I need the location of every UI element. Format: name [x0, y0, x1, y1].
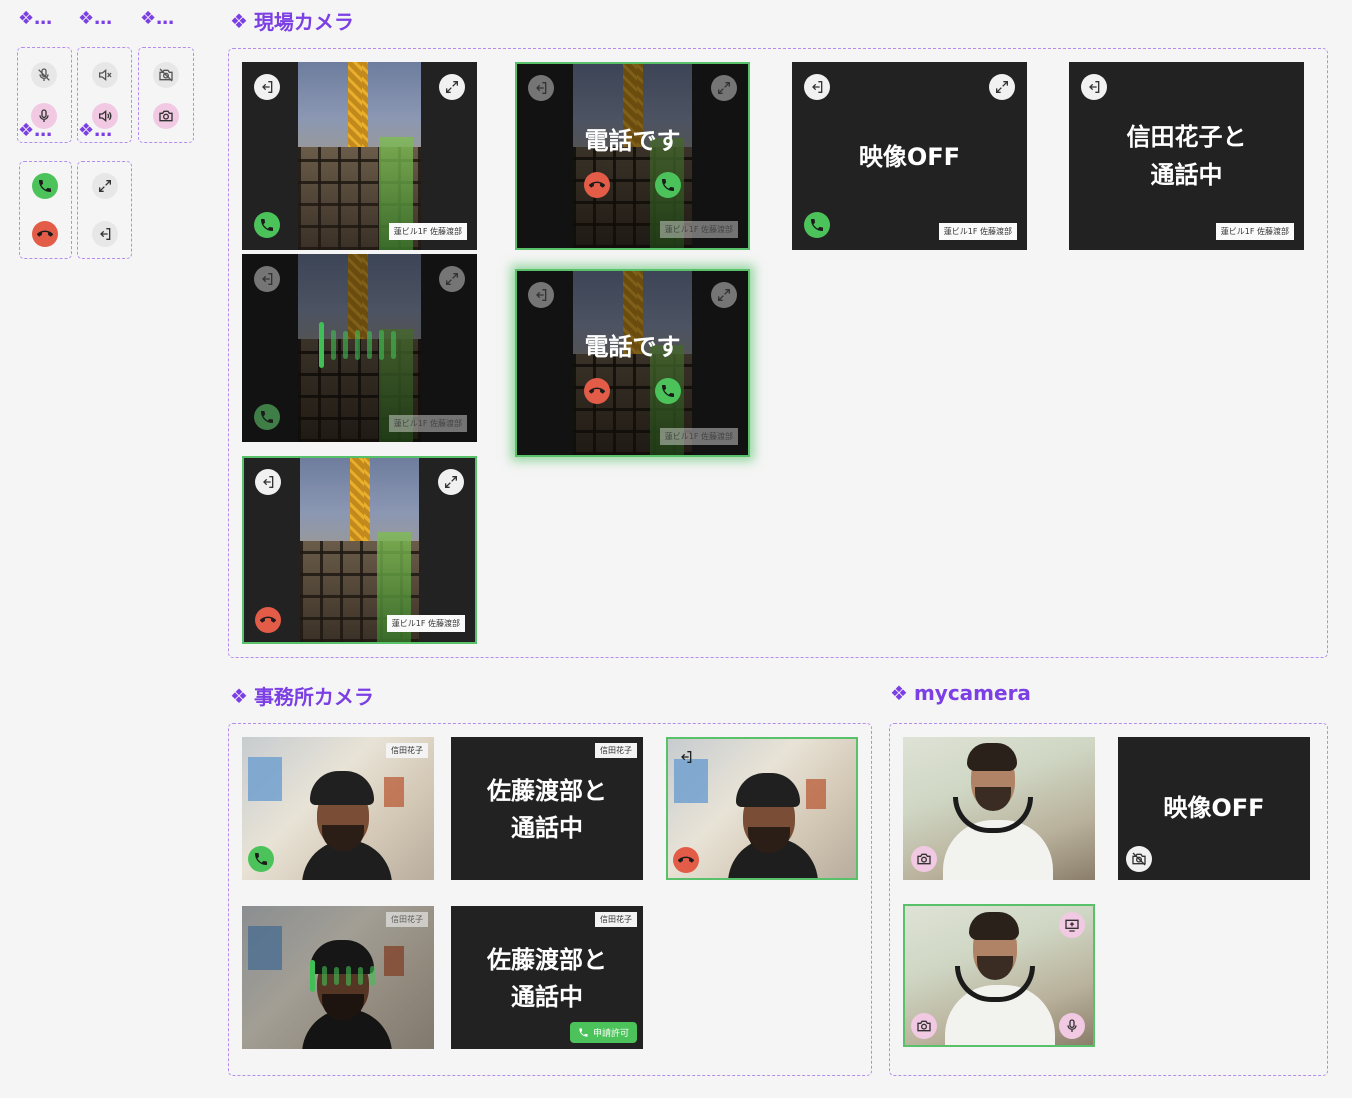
in-call-text-line2: 通話中 — [511, 814, 583, 842]
camera-off-icon[interactable] — [1126, 846, 1152, 872]
expand-icon[interactable] — [438, 469, 464, 495]
location-label: 蓮ビル1F 佐藤渡部 — [938, 223, 1017, 240]
audio-level-meter — [319, 322, 396, 368]
in-call-text-line2: 通話中 — [1150, 161, 1223, 189]
office-camera-card-speaking[interactable]: 信田花子 — [242, 906, 434, 1049]
in-call-text-line2: 通話中 — [511, 983, 583, 1011]
exit-icon[interactable] — [673, 744, 699, 770]
mycamera-card-video-off[interactable]: 映像OFF — [1118, 737, 1310, 880]
camera-icon[interactable] — [911, 846, 937, 872]
expand-icon[interactable] — [989, 74, 1015, 100]
hangup-icon[interactable] — [584, 378, 610, 404]
in-call-text-line1: 佐藤渡部と — [487, 777, 607, 805]
name-tag: 信田花子 — [595, 743, 637, 758]
expand-icon[interactable] — [92, 173, 118, 199]
expand-icon[interactable] — [439, 266, 465, 292]
exit-icon[interactable] — [92, 221, 118, 247]
in-call-text-line1: 信田花子と — [1126, 123, 1247, 151]
camera-icon[interactable] — [153, 103, 179, 129]
screen-share-icon[interactable] — [1059, 912, 1085, 938]
expand-icon[interactable] — [439, 74, 465, 100]
phone-icon[interactable] — [804, 212, 830, 238]
mycamera-card-sharing[interactable] — [903, 904, 1095, 1047]
component-title: ❖… — [78, 8, 113, 29]
mycamera-card[interactable] — [903, 737, 1095, 880]
location-label: 蓮ビル1F 佐藤渡部 — [388, 223, 467, 240]
genba-camera-card-video-off[interactable]: 映像OFF 蓮ビル1F 佐藤渡部 — [792, 62, 1027, 250]
phone-icon[interactable] — [655, 378, 681, 404]
name-tag: 信田花子 — [595, 912, 637, 927]
name-tag: 信田花子 — [386, 912, 428, 927]
phone-icon[interactable] — [254, 212, 280, 238]
phone-icon[interactable] — [655, 172, 681, 198]
office-camera-card[interactable]: 信田花子 — [242, 737, 434, 880]
genba-camera-card-speaking[interactable]: 蓮ビル1F 佐藤渡部 — [242, 254, 477, 442]
expand-icon[interactable] — [711, 75, 737, 101]
genba-camera-card-in-call[interactable]: 蓮ビル1F 佐藤渡部 — [242, 456, 477, 644]
hangup-icon[interactable] — [255, 607, 281, 633]
hangup-icon[interactable] — [673, 847, 699, 873]
name-tag: 信田花子 — [386, 743, 428, 758]
genba-camera-card[interactable]: 蓮ビル1F 佐藤渡部 — [242, 62, 477, 250]
video-off-text: 映像OFF — [1163, 794, 1265, 822]
exit-icon[interactable] — [528, 282, 554, 308]
phone-icon — [578, 1027, 589, 1038]
approve-request-button[interactable]: 申請許可 — [569, 1022, 637, 1043]
exit-icon[interactable] — [528, 75, 554, 101]
component-title: ❖… — [18, 120, 53, 141]
location-label: 蓮ビル1F 佐藤渡部 — [386, 615, 465, 632]
incoming-call-text: 電話です — [584, 333, 681, 361]
phone-icon[interactable] — [254, 404, 280, 430]
genba-camera-card-incoming[interactable]: 電話です 蓮ビル1F 佐藤渡部 — [515, 62, 750, 250]
camera-icon[interactable] — [911, 1013, 937, 1039]
exit-icon[interactable] — [804, 74, 830, 100]
camera-off-icon[interactable] — [153, 62, 179, 88]
in-call-text-line1: 佐藤渡部と — [487, 946, 607, 974]
location-label: 蓮ビル1F 佐藤渡部 — [659, 428, 738, 445]
exit-icon[interactable] — [255, 469, 281, 495]
office-camera-card-busy[interactable]: 信田花子 佐藤渡部と 通話中 — [451, 737, 643, 880]
component-title: ❖… — [18, 8, 53, 29]
office-camera-card-in-call[interactable] — [666, 737, 858, 880]
hangup-icon[interactable] — [32, 221, 58, 247]
video-off-text: 映像OFF — [858, 143, 961, 171]
incoming-call-text: 電話です — [584, 127, 681, 155]
hangup-icon[interactable] — [584, 172, 610, 198]
office-camera-card-permission[interactable]: 信田花子 佐藤渡部と 通話中 申請許可 — [451, 906, 643, 1049]
location-label: 蓮ビル1F 佐藤渡部 — [1215, 223, 1294, 240]
genba-camera-title: ❖ 現場カメラ — [230, 8, 354, 35]
mic-off-icon[interactable] — [31, 62, 57, 88]
exit-icon[interactable] — [254, 74, 280, 100]
phone-icon[interactable] — [248, 846, 274, 872]
office-camera-title: ❖ 事務所カメラ — [230, 683, 374, 710]
location-label: 蓮ビル1F 佐藤渡部 — [388, 415, 467, 432]
component-title: ❖… — [140, 8, 175, 29]
expand-icon[interactable] — [711, 282, 737, 308]
exit-icon[interactable] — [254, 266, 280, 292]
component-title: ❖… — [78, 120, 113, 141]
speaker-off-icon[interactable] — [92, 62, 118, 88]
exit-icon[interactable] — [1081, 74, 1107, 100]
genba-camera-card-incoming-highlight[interactable]: 電話です 蓮ビル1F 佐藤渡部 — [515, 269, 750, 457]
mycamera-title: ❖ mycamera — [890, 681, 1031, 705]
location-label: 蓮ビル1F 佐藤渡部 — [659, 221, 738, 238]
genba-camera-card-busy[interactable]: 信田花子と 通話中 蓮ビル1F 佐藤渡部 — [1069, 62, 1304, 250]
audio-level-meter — [310, 960, 375, 992]
phone-icon[interactable] — [32, 173, 58, 199]
mic-icon[interactable] — [1059, 1013, 1085, 1039]
